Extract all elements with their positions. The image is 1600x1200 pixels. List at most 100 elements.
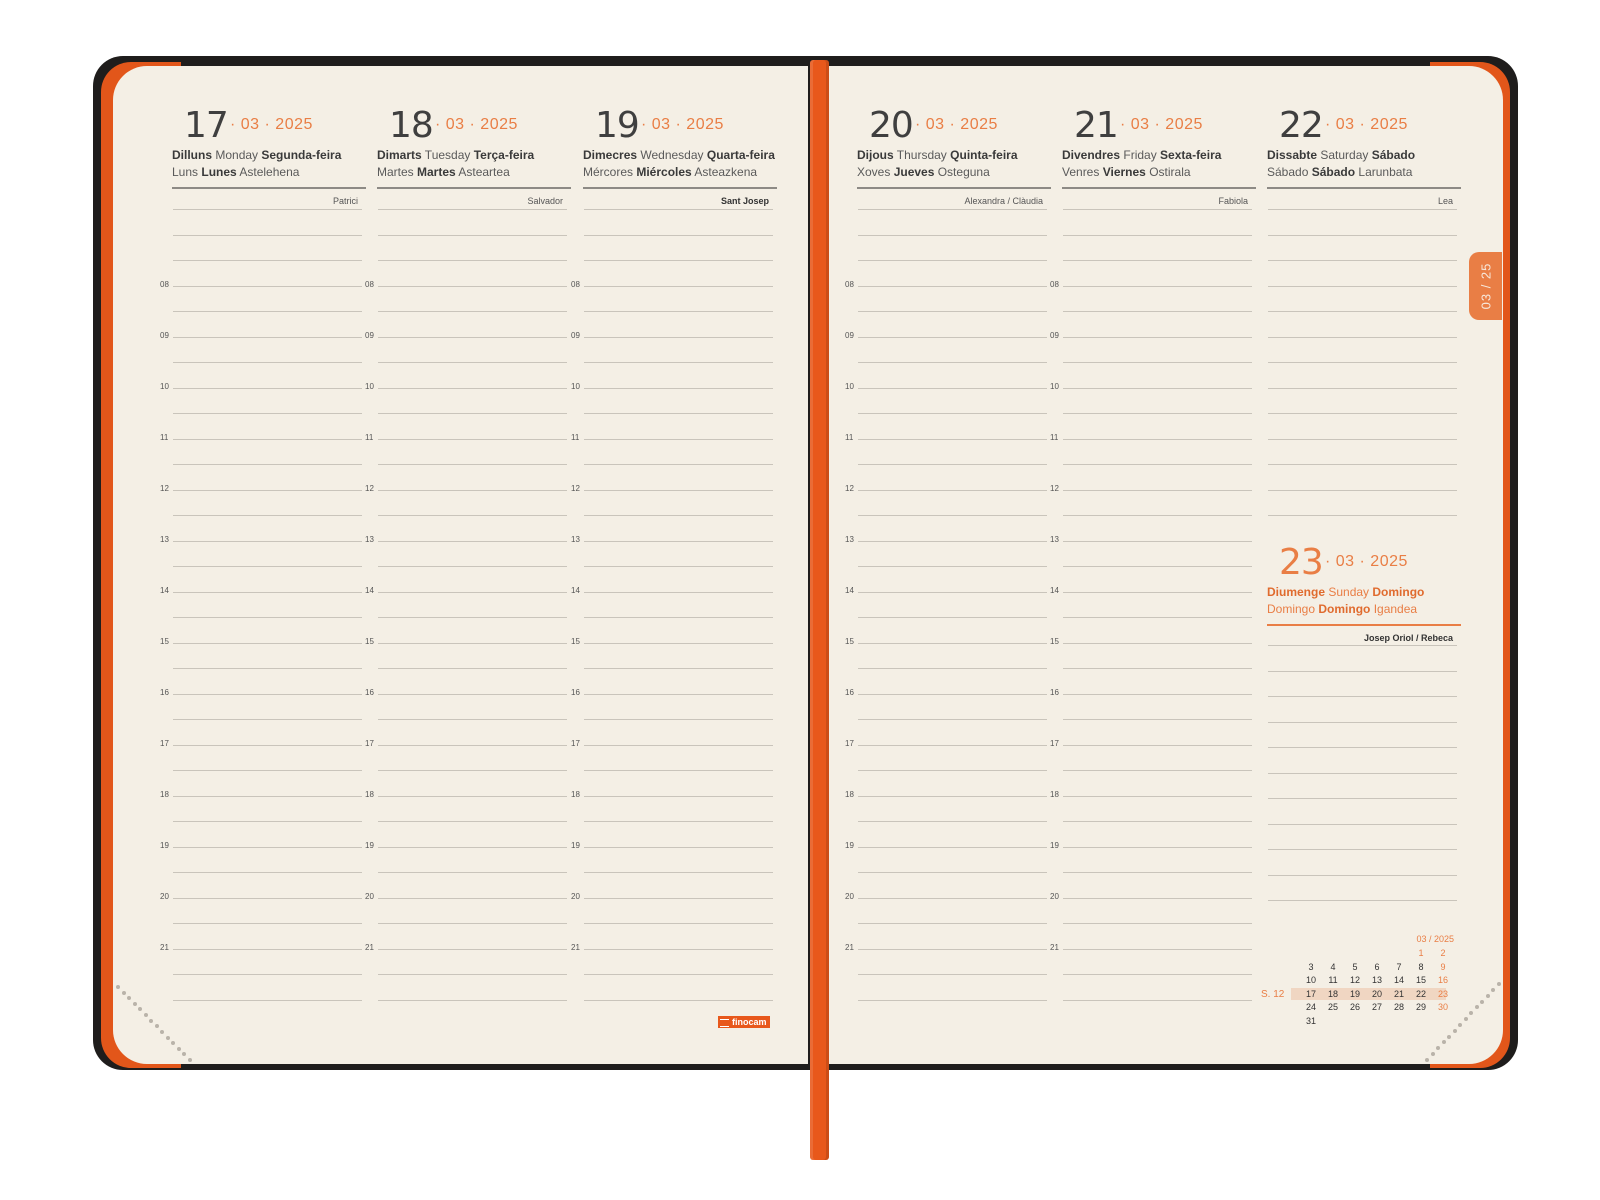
writing-line[interactable] bbox=[584, 311, 773, 312]
writing-line[interactable] bbox=[378, 974, 567, 975]
writing-line[interactable] bbox=[1268, 874, 1457, 876]
writing-line[interactable] bbox=[584, 795, 773, 797]
writing-line[interactable] bbox=[584, 591, 773, 593]
writing-line[interactable] bbox=[173, 209, 362, 210]
writing-line[interactable] bbox=[1063, 795, 1252, 797]
writing-line[interactable] bbox=[378, 566, 567, 567]
writing-line[interactable] bbox=[378, 795, 567, 797]
writing-line[interactable] bbox=[378, 234, 567, 236]
writing-line[interactable] bbox=[173, 744, 362, 746]
writing-line[interactable] bbox=[173, 489, 362, 491]
writing-line[interactable] bbox=[1063, 566, 1252, 567]
writing-line[interactable] bbox=[1063, 642, 1252, 644]
writing-line[interactable] bbox=[173, 566, 362, 567]
writing-line[interactable] bbox=[1063, 974, 1252, 975]
writing-line[interactable] bbox=[858, 591, 1047, 593]
writing-line[interactable] bbox=[378, 515, 567, 516]
writing-line[interactable] bbox=[378, 540, 567, 542]
writing-line[interactable] bbox=[858, 770, 1047, 771]
writing-line[interactable] bbox=[378, 285, 567, 287]
writing-line[interactable] bbox=[173, 540, 362, 542]
writing-line[interactable] bbox=[858, 719, 1047, 720]
writing-line[interactable] bbox=[584, 693, 773, 695]
writing-line[interactable] bbox=[378, 336, 567, 338]
writing-line[interactable] bbox=[584, 770, 773, 771]
writing-line[interactable] bbox=[173, 872, 362, 873]
writing-line[interactable] bbox=[858, 489, 1047, 491]
writing-line[interactable] bbox=[378, 489, 567, 491]
writing-line[interactable] bbox=[584, 566, 773, 567]
writing-line[interactable] bbox=[378, 413, 567, 414]
writing-line[interactable] bbox=[1268, 823, 1457, 825]
writing-line[interactable] bbox=[1063, 668, 1252, 669]
writing-line[interactable] bbox=[173, 591, 362, 593]
writing-line[interactable] bbox=[584, 209, 773, 210]
writing-line[interactable] bbox=[378, 846, 567, 848]
writing-line[interactable] bbox=[1268, 285, 1457, 287]
writing-line[interactable] bbox=[1268, 772, 1457, 774]
writing-line[interactable] bbox=[1063, 209, 1252, 210]
writing-line[interactable] bbox=[173, 413, 362, 414]
writing-line[interactable] bbox=[378, 668, 567, 669]
writing-line[interactable] bbox=[1268, 260, 1457, 261]
writing-line[interactable] bbox=[584, 642, 773, 644]
writing-line[interactable] bbox=[584, 464, 773, 465]
writing-line[interactable] bbox=[858, 693, 1047, 695]
writing-line[interactable] bbox=[584, 999, 773, 1001]
writing-line[interactable] bbox=[1063, 999, 1252, 1001]
writing-line[interactable] bbox=[858, 974, 1047, 975]
writing-line[interactable] bbox=[378, 770, 567, 771]
writing-line[interactable] bbox=[858, 566, 1047, 567]
writing-line[interactable] bbox=[378, 438, 567, 440]
writing-line[interactable] bbox=[858, 285, 1047, 287]
writing-line[interactable] bbox=[584, 744, 773, 746]
writing-line[interactable] bbox=[378, 209, 567, 210]
writing-line[interactable] bbox=[1063, 438, 1252, 440]
writing-line[interactable] bbox=[378, 693, 567, 695]
writing-line[interactable] bbox=[858, 897, 1047, 899]
writing-line[interactable] bbox=[378, 821, 567, 822]
writing-line[interactable] bbox=[858, 413, 1047, 414]
writing-line[interactable] bbox=[584, 438, 773, 440]
writing-line[interactable] bbox=[1063, 923, 1252, 924]
writing-line[interactable] bbox=[584, 948, 773, 950]
writing-line[interactable] bbox=[1063, 413, 1252, 414]
writing-line[interactable] bbox=[1063, 387, 1252, 389]
writing-line[interactable] bbox=[173, 948, 362, 950]
writing-line[interactable] bbox=[378, 999, 567, 1001]
writing-line[interactable] bbox=[1268, 798, 1457, 799]
writing-line[interactable] bbox=[173, 999, 362, 1001]
writing-line[interactable] bbox=[1063, 234, 1252, 236]
writing-line[interactable] bbox=[173, 770, 362, 771]
writing-line[interactable] bbox=[858, 795, 1047, 797]
writing-line[interactable] bbox=[1063, 362, 1252, 363]
writing-line[interactable] bbox=[584, 821, 773, 822]
writing-line[interactable] bbox=[858, 387, 1047, 389]
writing-line[interactable] bbox=[1268, 387, 1457, 389]
writing-line[interactable] bbox=[858, 948, 1047, 950]
writing-line[interactable] bbox=[1063, 897, 1252, 899]
writing-line[interactable] bbox=[173, 693, 362, 695]
writing-line[interactable] bbox=[173, 795, 362, 797]
writing-line[interactable] bbox=[173, 668, 362, 669]
writing-line[interactable] bbox=[173, 846, 362, 848]
writing-line[interactable] bbox=[173, 923, 362, 924]
writing-line[interactable] bbox=[1063, 846, 1252, 848]
writing-line[interactable] bbox=[1063, 872, 1252, 873]
writing-line[interactable] bbox=[173, 234, 362, 236]
writing-line[interactable] bbox=[858, 642, 1047, 644]
writing-line[interactable] bbox=[1063, 591, 1252, 593]
writing-line[interactable] bbox=[378, 642, 567, 644]
writing-line[interactable] bbox=[378, 387, 567, 389]
writing-line[interactable] bbox=[1268, 747, 1457, 748]
writing-line[interactable] bbox=[173, 897, 362, 899]
writing-line[interactable] bbox=[1268, 362, 1457, 363]
writing-line[interactable] bbox=[858, 438, 1047, 440]
writing-line[interactable] bbox=[173, 464, 362, 465]
writing-line[interactable] bbox=[378, 617, 567, 618]
writing-line[interactable] bbox=[584, 515, 773, 516]
writing-line[interactable] bbox=[378, 464, 567, 465]
writing-line[interactable] bbox=[1063, 617, 1252, 618]
writing-line[interactable] bbox=[1268, 670, 1457, 672]
writing-line[interactable] bbox=[1268, 413, 1457, 414]
